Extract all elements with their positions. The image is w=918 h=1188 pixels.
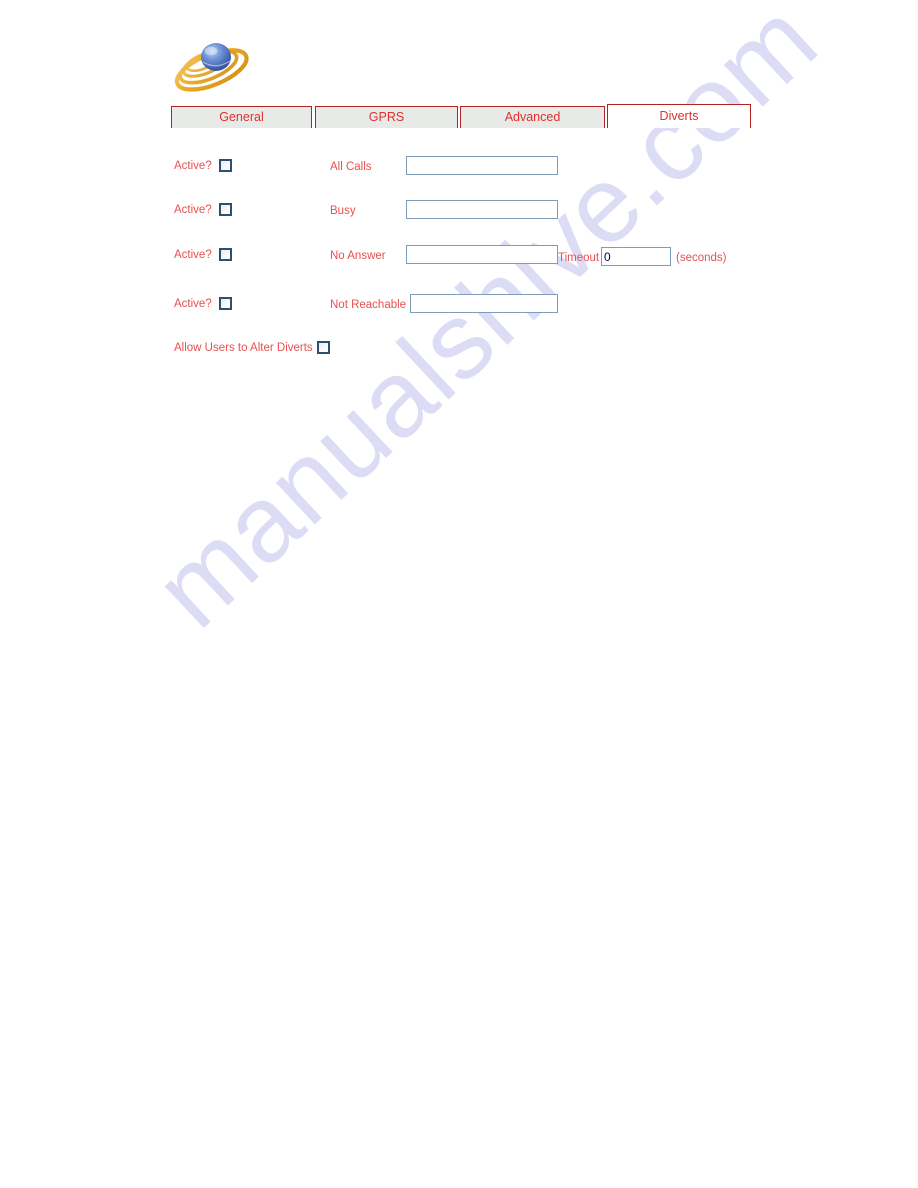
active-checkbox-not-reachable[interactable]	[219, 297, 232, 310]
input-no-answer[interactable]	[406, 245, 558, 264]
input-not-reachable[interactable]	[410, 294, 558, 313]
active-label-all-calls: Active?	[174, 160, 212, 172]
active-checkbox-no-answer[interactable]	[219, 248, 232, 261]
field-label-timeout: Timeout	[558, 252, 600, 264]
active-checkbox-all-calls[interactable]	[219, 159, 232, 172]
input-busy[interactable]	[406, 200, 558, 219]
tab-general[interactable]: General	[171, 106, 312, 128]
tab-gprs[interactable]: GPRS	[315, 106, 458, 128]
diverts-page: General GPRS Advanced Diverts Active? Al…	[0, 0, 918, 1188]
field-label-not-reachable: Not Reachable	[330, 299, 407, 311]
active-label-busy: Active?	[174, 204, 212, 216]
allow-users-checkbox[interactable]	[317, 341, 330, 354]
active-checkbox-busy[interactable]	[219, 203, 232, 216]
field-label-no-answer: No Answer	[330, 250, 386, 262]
orbit-sphere-logo	[170, 36, 252, 96]
field-label-all-calls: All Calls	[330, 161, 372, 173]
field-label-seconds-units: (seconds)	[676, 252, 727, 264]
input-all-calls[interactable]	[406, 156, 558, 175]
field-label-busy: Busy	[330, 205, 356, 217]
tab-diverts[interactable]: Diverts	[607, 104, 751, 128]
tab-bar: General GPRS Advanced Diverts	[171, 104, 751, 130]
active-label-not-reachable: Active?	[174, 298, 212, 310]
allow-users-label: Allow Users to Alter Diverts	[174, 342, 313, 354]
input-timeout[interactable]	[601, 247, 671, 266]
active-label-no-answer: Active?	[174, 249, 212, 261]
tab-advanced[interactable]: Advanced	[460, 106, 605, 128]
